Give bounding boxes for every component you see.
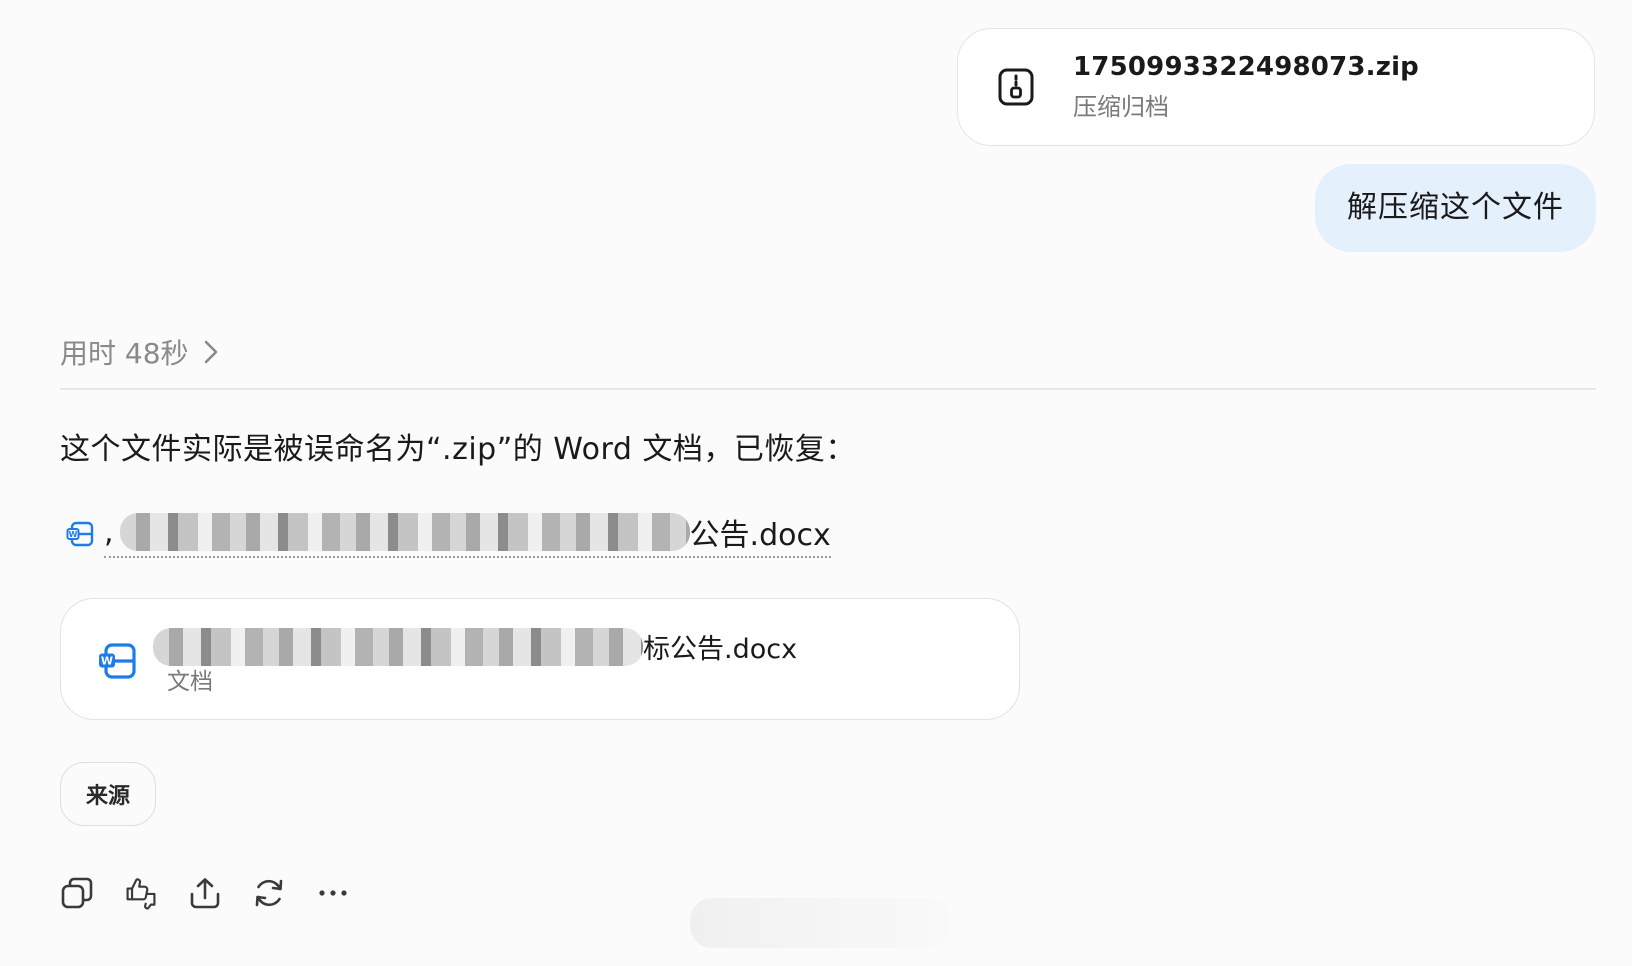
redacted-filename-blur	[119, 513, 690, 551]
redacted-filename-blur	[153, 627, 643, 666]
recovered-file-name-prefix: ,	[104, 514, 114, 550]
svg-text:W: W	[69, 530, 78, 539]
user-message-bubble: 解压缩这个文件	[1315, 164, 1596, 252]
thinking-toggle[interactable]: 用时 48秒	[60, 332, 219, 372]
message-action-bar	[60, 876, 350, 910]
document-card[interactable]: W 标公告.docx 文档	[60, 598, 1020, 720]
attachment-card[interactable]: 1750993322498073.zip 压缩归档	[957, 28, 1595, 146]
share-button[interactable]	[188, 876, 222, 910]
document-card-name: 标公告.docx	[153, 627, 797, 666]
recovered-file-name-suffix: 公告.docx	[689, 518, 831, 553]
recovered-file-link[interactable]: W , 公告.docx	[66, 510, 831, 558]
thumbs-icon	[126, 878, 156, 910]
document-card-type: 文档	[167, 669, 213, 695]
share-icon	[190, 878, 220, 909]
chevron-right-icon	[204, 340, 217, 364]
regenerate-icon	[255, 879, 283, 907]
more-icon	[319, 890, 347, 896]
copy-button[interactable]	[60, 876, 94, 910]
copy-icon	[61, 877, 93, 909]
watermark	[690, 898, 950, 948]
thinking-duration: 用时 48秒	[60, 337, 189, 370]
answer-text: 这个文件实际是被误命名为“.zip”的 Word 文档，已恢复：	[60, 432, 856, 467]
feedback-button[interactable]	[124, 876, 158, 910]
more-button[interactable]	[316, 876, 350, 910]
svg-text:W: W	[101, 655, 113, 668]
source-button[interactable]: 来源	[60, 762, 156, 826]
divider	[60, 388, 1596, 390]
document-card-name-suffix: 标公告.docx	[643, 634, 798, 665]
word-doc-icon: W	[66, 521, 94, 547]
word-doc-icon: W	[99, 643, 136, 679]
attachment-file-name: 1750993322498073.zip	[1073, 52, 1419, 82]
zip-archive-icon	[998, 68, 1034, 106]
regenerate-button[interactable]	[252, 876, 286, 910]
attachment-file-type: 压缩归档	[1073, 93, 1169, 121]
recovered-file-name[interactable]: , 公告.docx	[104, 510, 831, 558]
